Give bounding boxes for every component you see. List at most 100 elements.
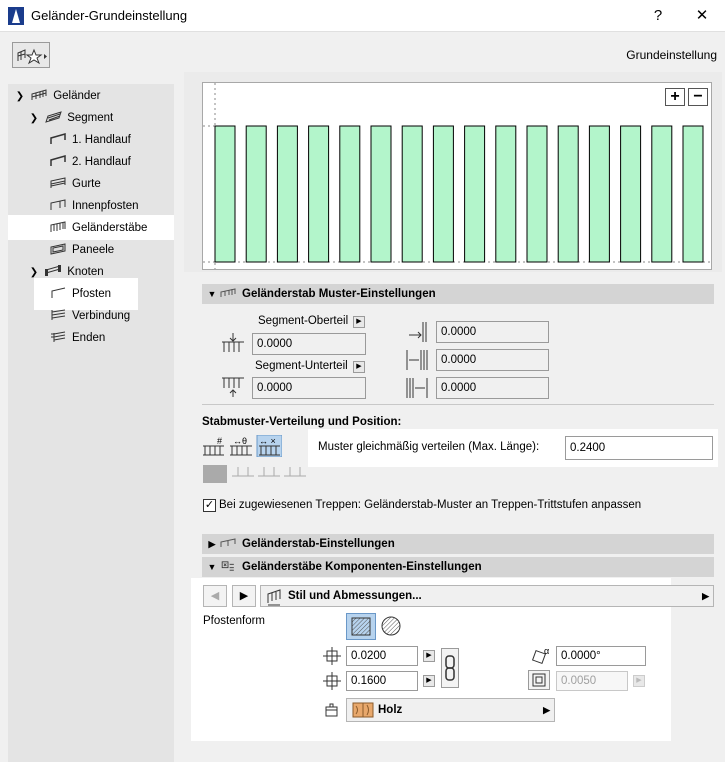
height-arrow[interactable]: ▶ [423,675,435,687]
stairs-adapt-label: Bei zugewiesenen Treppen: Geländerstab-M… [219,499,642,511]
page-selector-label: Stil und Abmessungen... [288,590,422,602]
tree-item-handlauf-2[interactable]: 2. Handlauf [50,151,131,173]
baluster-bar [464,125,486,263]
baluster-icon [220,538,236,547]
distribution-heading: Stabmuster-Verteilung und Position: [202,416,402,428]
baluster-bar [401,125,423,263]
offset-field-2[interactable]: 0.0000 [436,349,549,371]
segment-bottom-arrow[interactable]: ▶ [353,361,365,373]
chevron-down-icon[interactable]: ❯ [28,108,40,130]
segment-bottom-label: Segment-Unterteil [255,360,348,372]
ends-icon [51,331,66,342]
baluster-bar [245,125,267,263]
muster-length-field[interactable]: 0.2400 [565,436,713,460]
favorites-button[interactable] [12,42,50,68]
tree-item-innenpfosten[interactable]: Innenpfosten [50,195,139,217]
tree-item-pfosten[interactable]: Pfosten [50,283,111,305]
segment-top-arrow[interactable]: ▶ [353,316,365,328]
rectangle-shape-icon [351,617,371,636]
tree-item-gelaender[interactable]: ❯ Geländer [14,85,101,107]
svg-text:↔θ: ↔θ [233,436,247,446]
favorites-star-icon [17,48,47,65]
link-dimensions-button[interactable] [441,648,459,688]
tree-item-label: Innenpfosten [72,200,139,212]
zoom-out-button[interactable]: − [688,88,708,106]
segment-icon [45,111,62,123]
railing-icon [31,89,47,100]
tree-item-segment[interactable]: ❯ Segment [28,107,113,129]
prev-page-button[interactable]: ◀ [203,585,227,607]
next-page-button[interactable]: ▶ [232,585,256,607]
angle-field[interactable]: 0.0000° [556,646,646,666]
tree-item-paneele[interactable]: Paneele [50,239,114,261]
offset-field-1[interactable]: 0.0000 [436,321,549,343]
circle-shape-icon[interactable] [380,615,402,637]
width-arrow[interactable]: ▶ [423,650,435,662]
dimensions-icon [267,589,281,606]
material-icon [325,703,338,717]
baluster-bar [214,125,236,263]
tree-item-label: Paneele [72,244,115,256]
inset-icon [532,673,546,687]
chain-link-icon [445,655,455,681]
handrail-icon [50,133,66,144]
tree-item-label: 1. Handlauf [72,134,131,146]
section-title: Geländerstäbe Komponenten-Einstellungen [242,561,482,573]
components-icon [221,561,234,571]
stairs-adapt-checkbox[interactable]: ✓ [203,499,216,512]
chevron-down-icon[interactable]: ❯ [14,86,26,108]
chevron-right-icon: ▶ [208,539,216,549]
section-komponenten-header[interactable]: ▼ Geländerstäbe Komponenten-Einstellungen [202,557,714,577]
width-field[interactable]: 0.0200 [346,646,418,666]
baluster-bar [557,125,579,263]
rotation-angle-icon: α [531,646,549,665]
header-title: Grundeinstellung [626,48,717,62]
material-dropdown[interactable]: Holz ▶ [346,698,555,722]
offset-field-3[interactable]: 0.0000 [436,377,549,399]
app-icon [8,7,24,25]
close-button[interactable]: ✕ [688,4,716,28]
tree-item-label: Pfosten [72,288,111,300]
muster-length-label: Muster gleichmäßig verteilen (Max. Länge… [318,441,540,453]
pattern-preview[interactable]: + − [202,82,712,270]
tree-item-gelaenderstaebe[interactable]: Geländerstäbe [50,217,147,239]
inset-field[interactable]: 0.0050 [556,671,628,691]
baluster-bar [370,125,392,263]
handrail-icon [50,155,66,166]
tree-item-gurte[interactable]: Gurte [50,173,101,195]
distribution-mode-icons[interactable]: # ↔θ ↔ × [202,435,282,457]
divider [202,404,714,405]
window-title: Geländer-Grundeinstellung [31,8,188,23]
wood-material-icon [352,702,374,718]
section-muster-header[interactable]: ▼ Geländerstab Muster-Einstellungen [202,284,714,304]
svg-text:↔ ×: ↔ × [259,436,276,446]
segment-top-field[interactable]: 0.0000 [252,333,366,355]
inset-toggle-button[interactable] [528,670,550,690]
shape-rectangular-button[interactable] [346,613,376,640]
pfostenform-label: Pfostenform [203,615,265,627]
tree-item-handlauf-1[interactable]: 1. Handlauf [50,129,131,151]
page-selector-dropdown[interactable]: Stil und Abmessungen... ▶ [260,585,714,607]
nodes-icon [45,265,62,276]
segment-top-label: Segment-Oberteil [258,315,349,327]
baluster-bar [588,125,610,263]
zoom-in-button[interactable]: + [665,88,685,106]
rails-icon [50,177,66,188]
height-field[interactable]: 0.1600 [346,671,418,691]
tree-item-label: Geländer [53,90,101,102]
segment-bottom-field[interactable]: 0.0000 [252,377,366,399]
tree-item-label: Knoten [67,266,104,278]
tree-item-enden[interactable]: Enden [50,327,105,349]
settings-tree: ❯ Geländer ❯ Segment 1. Handlauf 2. Hand… [8,84,174,762]
inner-post-icon [50,199,66,210]
tree-item-verbindung[interactable]: Verbindung [50,305,130,327]
section-stab-header[interactable]: ▶ Geländerstab-Einstellungen [202,534,714,554]
width-icon [323,647,341,665]
segment-bottom-icon [222,377,244,397]
alignment-mode-icons[interactable] [202,462,306,484]
tree-item-label: Geländerstäbe [72,222,148,234]
segment-top-icon [222,333,244,352]
section-title: Geländerstab Muster-Einstellungen [242,288,436,300]
help-button[interactable]: ? [644,4,672,28]
inset-arrow[interactable]: ▶ [633,675,645,687]
